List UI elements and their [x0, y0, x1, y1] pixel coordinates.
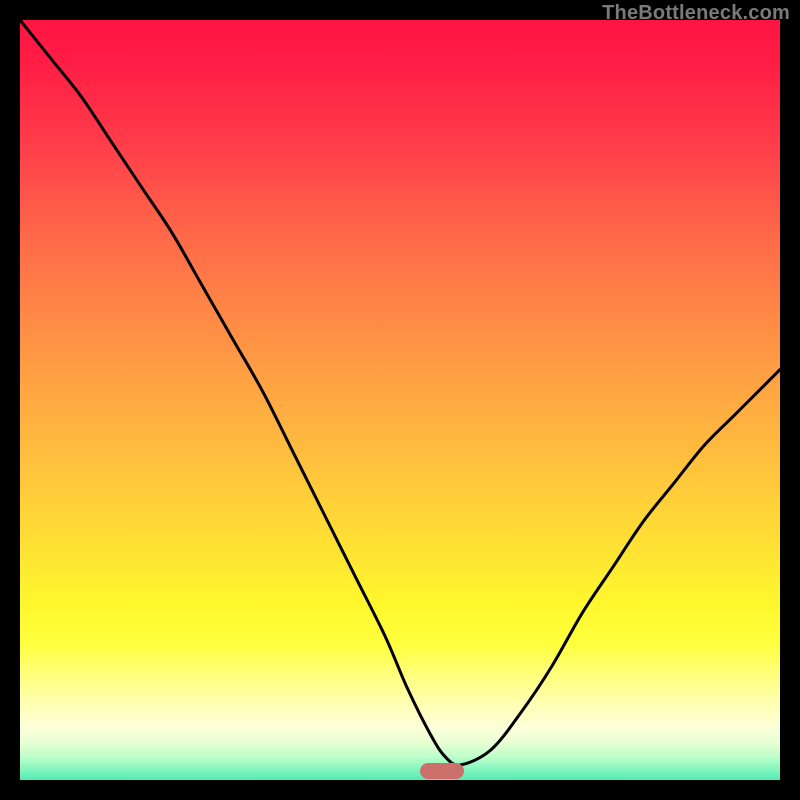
- optimal-point-marker: [420, 763, 464, 779]
- watermark-label: TheBottleneck.com: [602, 2, 790, 25]
- chart-frame: TheBottleneck.com: [0, 0, 800, 800]
- plot-area: [20, 20, 780, 780]
- bottleneck-curve: [20, 20, 780, 780]
